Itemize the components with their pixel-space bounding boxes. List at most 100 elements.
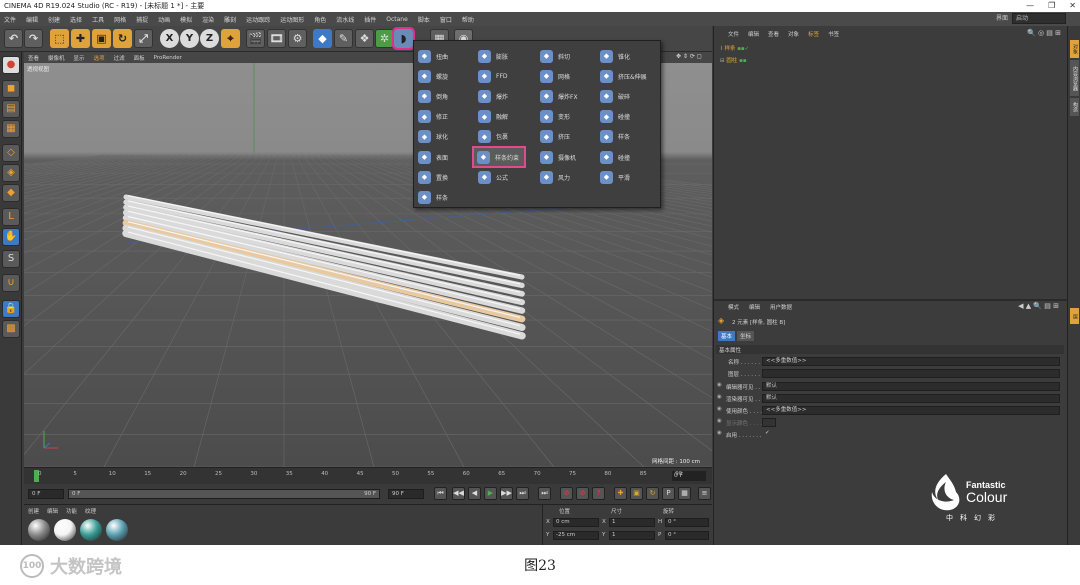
deformer-menu-item[interactable]: ◆ 碰撞	[600, 108, 630, 126]
deformer-menu-item[interactable]: ◆ 风力	[540, 168, 570, 186]
edges-mode-icon[interactable]: ◈	[2, 164, 20, 182]
deformer-menu-item[interactable]: ◆ 螺旋	[418, 67, 448, 85]
make-editable-icon[interactable]: ●	[2, 56, 20, 74]
next-frame-icon[interactable]: ▶▶	[500, 487, 513, 500]
material-ball[interactable]	[28, 519, 50, 541]
material-ball[interactable]	[106, 519, 128, 541]
viewport-menu-item[interactable]: 摄像机	[48, 54, 65, 62]
attribute-dropdown[interactable]	[762, 418, 776, 427]
rot-p-field[interactable]: 0 °	[665, 531, 709, 540]
pos-y-field[interactable]: -25 cm	[553, 531, 599, 540]
deformer-menu-item[interactable]: ◆ 样条	[600, 128, 630, 146]
auto-key-icon[interactable]: ⊘	[576, 487, 589, 500]
viewport-menu-item[interactable]: 选项	[94, 54, 105, 62]
attribute-dropdown[interactable]: <<多重数值>>	[762, 406, 1060, 415]
menu-item[interactable]: 脚本	[418, 15, 430, 24]
material-menu-item[interactable]: 编辑	[47, 507, 58, 515]
key-scale-icon[interactable]: ▣	[630, 487, 643, 500]
animate-dot-icon[interactable]: ◉	[717, 382, 722, 388]
pen-spline-icon[interactable]: ✎	[334, 29, 353, 48]
attribute-dropdown[interactable]: 默认	[762, 394, 1060, 403]
end-frame-field[interactable]: 90 F	[388, 489, 424, 499]
menu-item[interactable]: 运动图形	[280, 15, 304, 24]
attribute-nav-icons[interactable]: ◀ ▲ 🔍 ▤ ⊞	[1018, 302, 1059, 310]
points-mode-icon[interactable]: ◇	[2, 144, 20, 162]
deformer-menu-item[interactable]: ◆ 锥化	[600, 47, 630, 65]
material-menu-item[interactable]: 纹理	[85, 507, 96, 515]
play-icon[interactable]: ▶	[484, 487, 497, 500]
deformer-menu-item[interactable]: ◆ 碰撞	[600, 148, 630, 166]
menu-item[interactable]: 工具	[92, 15, 104, 24]
cube-object-icon[interactable]: ◆	[313, 29, 332, 48]
size-y-field[interactable]: 1	[609, 531, 655, 540]
deformer-menu-item[interactable]: ◆ 公式	[478, 168, 508, 186]
deformer-menu-item[interactable]: ◆ 膨胀	[478, 47, 508, 65]
object-manager-menu-item[interactable]: 对象	[788, 30, 799, 38]
deformer-menu-item[interactable]: ◆ 斜切	[540, 47, 570, 65]
start-frame-field[interactable]: 0 F	[28, 489, 64, 499]
menu-item[interactable]: 角色	[314, 15, 326, 24]
menu-item[interactable]: 窗口	[440, 15, 452, 24]
menu-item[interactable]: 选择	[70, 15, 82, 24]
menu-item[interactable]: 模拟	[180, 15, 192, 24]
render-settings-icon[interactable]: ⚙	[288, 29, 307, 48]
y-axis-lock-button[interactable]: Y	[180, 29, 199, 48]
viewport-menu-item[interactable]: 面板	[134, 54, 145, 62]
side-tab-content-browser[interactable]: 内容浏览器	[1070, 60, 1079, 96]
deformer-menu-icon[interactable]: ◗	[392, 27, 415, 50]
object-row-cylinder[interactable]: ⊟ 圆柱 ▪▪	[720, 56, 747, 64]
deformer-menu-item[interactable]: ◆ 表面	[418, 148, 448, 166]
axis-mode-icon[interactable]: L	[2, 208, 20, 226]
object-manager-search-icons[interactable]: 🔍 ◎ ▤ ⊞	[1027, 29, 1061, 37]
recent-tool-icon[interactable]: ⤢	[134, 29, 153, 48]
deformer-menu-item[interactable]: ◆ 爆炸	[478, 87, 508, 105]
frame-range-slider[interactable]: 0 F 90 F	[68, 489, 380, 499]
menu-item[interactable]: 帮助	[462, 15, 474, 24]
model-mode-icon[interactable]: ◼	[2, 80, 20, 98]
key-pla-icon[interactable]: ▦	[678, 487, 691, 500]
coordinate-system-icon[interactable]: ⌖	[221, 29, 240, 48]
deformer-menu-item[interactable]: ◆ 置换	[418, 168, 448, 186]
deformer-menu-item[interactable]: ◆ 样条约束	[471, 146, 527, 168]
texture-mode-icon[interactable]: ▤	[2, 100, 20, 118]
snap-icon[interactable]: S	[2, 250, 20, 268]
workplane-mode-icon[interactable]: ▦	[2, 120, 20, 138]
lock-workplane-icon[interactable]: 🔒	[2, 300, 20, 318]
move-icon[interactable]: ✚	[71, 29, 90, 48]
deformer-menu-item[interactable]: ◆ 倒角	[418, 87, 448, 105]
object-name[interactable]: 圆柱	[726, 58, 737, 64]
menu-item[interactable]: 插件	[364, 15, 376, 24]
z-axis-lock-button[interactable]: Z	[200, 29, 219, 48]
object-manager-menu-item[interactable]: 标签	[808, 30, 819, 38]
prev-key-icon[interactable]: ◀◀	[452, 487, 465, 500]
side-tab-objects[interactable]: 对象	[1070, 40, 1079, 58]
next-key-icon[interactable]: ⏭	[516, 487, 529, 500]
object-row-spline[interactable]: ⌇ 样条 ▪▪✓	[720, 44, 749, 52]
attribute-menu-item[interactable]: 用户数据	[770, 303, 792, 313]
timeline-options-icon[interactable]: ≡	[698, 487, 711, 500]
deformer-menu-item[interactable]: ◆ 融解	[478, 108, 508, 126]
deformer-menu-item[interactable]: ◆ 挤压	[540, 128, 570, 146]
animate-dot-icon[interactable]: ◉	[717, 418, 722, 424]
animate-dot-icon[interactable]: ◉	[717, 430, 722, 436]
viewport-menu-item[interactable]: 查看	[28, 54, 39, 62]
go-to-start-icon[interactable]: ⏮	[434, 487, 447, 500]
rot-h-field[interactable]: 0 °	[665, 518, 709, 527]
key-rotation-icon[interactable]: ↻	[646, 487, 659, 500]
rotate-icon[interactable]: ↻	[113, 29, 132, 48]
deformer-menu-item[interactable]: ◆ FFD	[478, 67, 508, 85]
attribute-field[interactable]: <<多重数值>>	[762, 357, 1060, 366]
visibility-check-icon[interactable]: ▪▪	[739, 58, 746, 64]
menu-item[interactable]: 文件	[4, 15, 16, 24]
animate-dot-icon[interactable]: ◉	[717, 394, 722, 400]
deformer-menu-item[interactable]: ◆ 破碎	[600, 87, 630, 105]
render-view-icon[interactable]: 🎬	[246, 29, 265, 48]
deformer-menu-item[interactable]: ◆ 变形	[540, 108, 570, 126]
material-ball[interactable]	[54, 519, 76, 541]
tab-basic[interactable]: 基本	[718, 331, 736, 341]
object-manager-menu-item[interactable]: 编辑	[748, 30, 759, 38]
key-parameter-icon[interactable]: P	[662, 487, 675, 500]
object-manager-menu-item[interactable]: 查看	[768, 30, 779, 38]
polygons-mode-icon[interactable]: ◆	[2, 184, 20, 202]
menu-item[interactable]: 捕捉	[136, 15, 148, 24]
